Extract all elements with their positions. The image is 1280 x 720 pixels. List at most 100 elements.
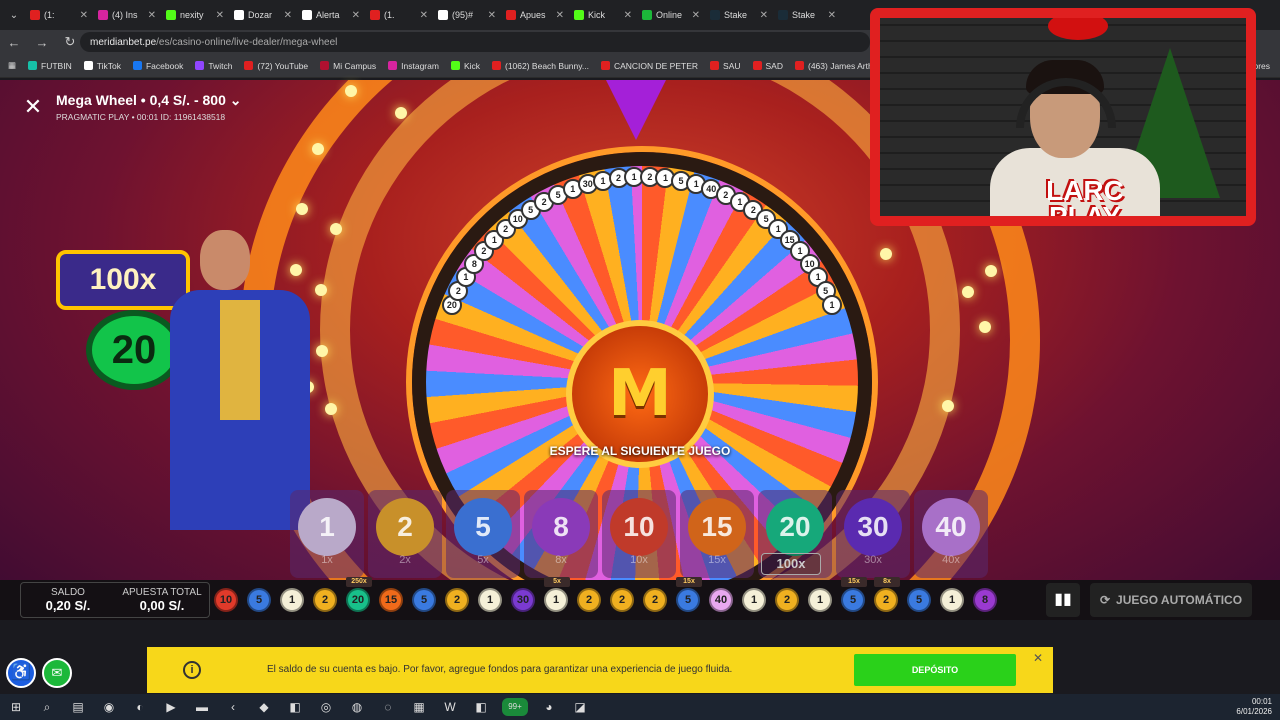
game-title-dropdown[interactable]: Mega Wheel • 0,4 S/. - 800 ⌄ (56, 92, 241, 109)
tab-search-icon[interactable]: ⌄ (4, 10, 24, 21)
bet-spot[interactable]: 30 30x (836, 490, 910, 578)
tab-close-icon[interactable]: ✕ (284, 10, 292, 21)
dealer-head (200, 230, 250, 290)
bookmark-item[interactable]: CANCION DE PETER (600, 61, 698, 71)
app-icon[interactable]: ◪ (570, 698, 590, 716)
kick-icon[interactable]: ◧ (285, 698, 305, 716)
history-value: 8 (981, 594, 989, 606)
windows-start-icon[interactable]: ⊞ (6, 698, 26, 716)
app-icon[interactable]: ◌ (378, 698, 398, 716)
browser-tab[interactable]: nexity ✕ (160, 3, 228, 27)
browser-tab[interactable]: (95)# ✕ (432, 3, 500, 27)
browser-tab[interactable]: (1. ✕ (364, 3, 432, 27)
edge-icon[interactable]: ◐ (130, 698, 150, 716)
app-icon[interactable]: ◧ (471, 698, 491, 716)
notice-close-icon[interactable]: ✕ (1033, 651, 1043, 665)
history-result: 40 (709, 588, 733, 612)
bookmark-label: (72) YouTube (257, 60, 309, 71)
tab-close-icon[interactable]: ✕ (556, 10, 564, 21)
game-provider-info: PRAGMATIC PLAY • 00:01 ID: 11961438518 (56, 112, 226, 122)
search-icon[interactable]: ⌕ (37, 698, 57, 716)
chrome-icon[interactable]: ◎ (316, 698, 336, 716)
browser-tab[interactable]: Dozar ✕ (228, 3, 296, 27)
bookmark-item[interactable]: SAD (752, 61, 783, 71)
bookmark-item[interactable]: (72) YouTube (244, 61, 308, 71)
tab-close-icon[interactable]: ✕ (216, 10, 224, 21)
close-icon[interactable]: ✕ (20, 94, 46, 120)
calculator-icon[interactable]: ▦ (409, 698, 429, 716)
bookmark-item[interactable]: (1062) Beach Bunny... (492, 61, 589, 71)
browser-tab[interactable]: (1: ✕ (24, 3, 92, 27)
back-icon[interactable]: ← (6, 35, 22, 50)
tab-close-icon[interactable]: ✕ (80, 10, 88, 21)
forward-icon[interactable]: → (34, 35, 50, 50)
bookmark-item[interactable]: Instagram (388, 61, 439, 71)
history-multiplier-tag: 250x (346, 577, 372, 587)
history-result: 5 15x (841, 577, 867, 612)
tab-close-icon[interactable]: ✕ (624, 10, 632, 21)
browser-tab[interactable]: Alerta ✕ (296, 3, 364, 27)
bet-spot[interactable]: 2 2x (368, 490, 442, 578)
tab-favicon-icon (778, 10, 788, 20)
accessibility-icon[interactable]: ♿ (6, 658, 36, 688)
deposit-button[interactable]: DEPÓSITO (854, 654, 1016, 686)
history-value: 5 (849, 594, 857, 606)
bookmark-item[interactable]: Facebook (132, 61, 183, 71)
bookmark-item[interactable]: FUTBIN (28, 61, 72, 71)
browser-tab[interactable]: Online ✕ (636, 3, 704, 27)
url-input[interactable]: meridianbet.pe /es/casino-online/live-de… (80, 32, 870, 52)
chat-icon[interactable]: ✉ (42, 658, 72, 688)
apps-icon[interactable]: ▦ (8, 60, 16, 71)
bookmark-item[interactable]: Mi Campus (320, 61, 376, 71)
tab-close-icon[interactable]: ✕ (420, 10, 428, 21)
stage-light (880, 248, 892, 260)
stream-logo: LARC PLAY (1000, 177, 1170, 217)
tab-close-icon[interactable]: ✕ (352, 10, 360, 21)
whatsapp-icon[interactable]: 99+ (502, 698, 528, 716)
bookmark-item[interactable]: SAU (710, 61, 741, 71)
bet-spot[interactable]: 8 8x (524, 490, 598, 578)
media-icon[interactable]: ▶ (161, 698, 181, 716)
widgets-icon[interactable]: ▤ (68, 698, 88, 716)
bet-spot[interactable]: 10 10x (602, 490, 676, 578)
stats-icon[interactable]: ▮▮ (1046, 583, 1080, 617)
bookmark-icon (795, 61, 804, 70)
bookmark-label: Instagram (401, 60, 439, 71)
hub-logo: M (608, 357, 672, 431)
bet-spot[interactable]: 40 40x (914, 490, 988, 578)
files-icon[interactable]: ▬ (192, 698, 212, 716)
app-icon[interactable]: ‹ (223, 698, 243, 716)
bookmark-item[interactable]: Kick (450, 61, 480, 71)
tab-close-icon[interactable]: ✕ (488, 10, 496, 21)
browser-tab[interactable]: Kick ✕ (568, 3, 636, 27)
reload-icon[interactable]: ↻ (62, 34, 78, 50)
history-multiplier-tag: 5x (544, 577, 570, 587)
system-clock[interactable]: 00:01 6/01/2026 (1236, 697, 1272, 717)
auto-play-button[interactable]: ⟳ JUEGO AUTOMÁTICO (1090, 583, 1252, 617)
history-value: 20 (351, 594, 365, 606)
tab-close-icon[interactable]: ✕ (692, 10, 700, 21)
browser-tab[interactable]: Stake ✕ (772, 3, 840, 27)
browser-tab[interactable]: Stake ✕ (704, 3, 772, 27)
steam-icon[interactable]: ◕ (539, 698, 559, 716)
bookmark-item[interactable]: Twitch (195, 61, 232, 71)
bookmark-item[interactable]: TikTok (83, 61, 121, 71)
tab-close-icon[interactable]: ✕ (760, 10, 768, 21)
tab-close-icon[interactable]: ✕ (148, 10, 156, 21)
history-result: 5 (907, 588, 931, 612)
app-icon[interactable]: ◉ (99, 698, 119, 716)
history-result: 2 8x (874, 577, 900, 612)
notice-message: El saldo de su cuenta es bajo. Por favor… (267, 664, 733, 675)
bet-spot[interactable]: 1 1x (290, 490, 364, 578)
app-icon[interactable]: ◆ (254, 698, 274, 716)
browser-tab[interactable]: Apues ✕ (500, 3, 568, 27)
bet-spot[interactable]: 15 15x (680, 490, 754, 578)
stage-light (330, 223, 342, 235)
word-icon[interactable]: W (440, 698, 460, 716)
tab-close-icon[interactable]: ✕ (828, 10, 836, 21)
tab-favicon-icon (30, 10, 40, 20)
browser-tab[interactable]: (4) Ins ✕ (92, 3, 160, 27)
bet-spot[interactable]: 5 5x (446, 490, 520, 578)
obs-icon[interactable]: ◍ (347, 698, 367, 716)
apuesta-value: 0,00 S/. (139, 598, 185, 613)
